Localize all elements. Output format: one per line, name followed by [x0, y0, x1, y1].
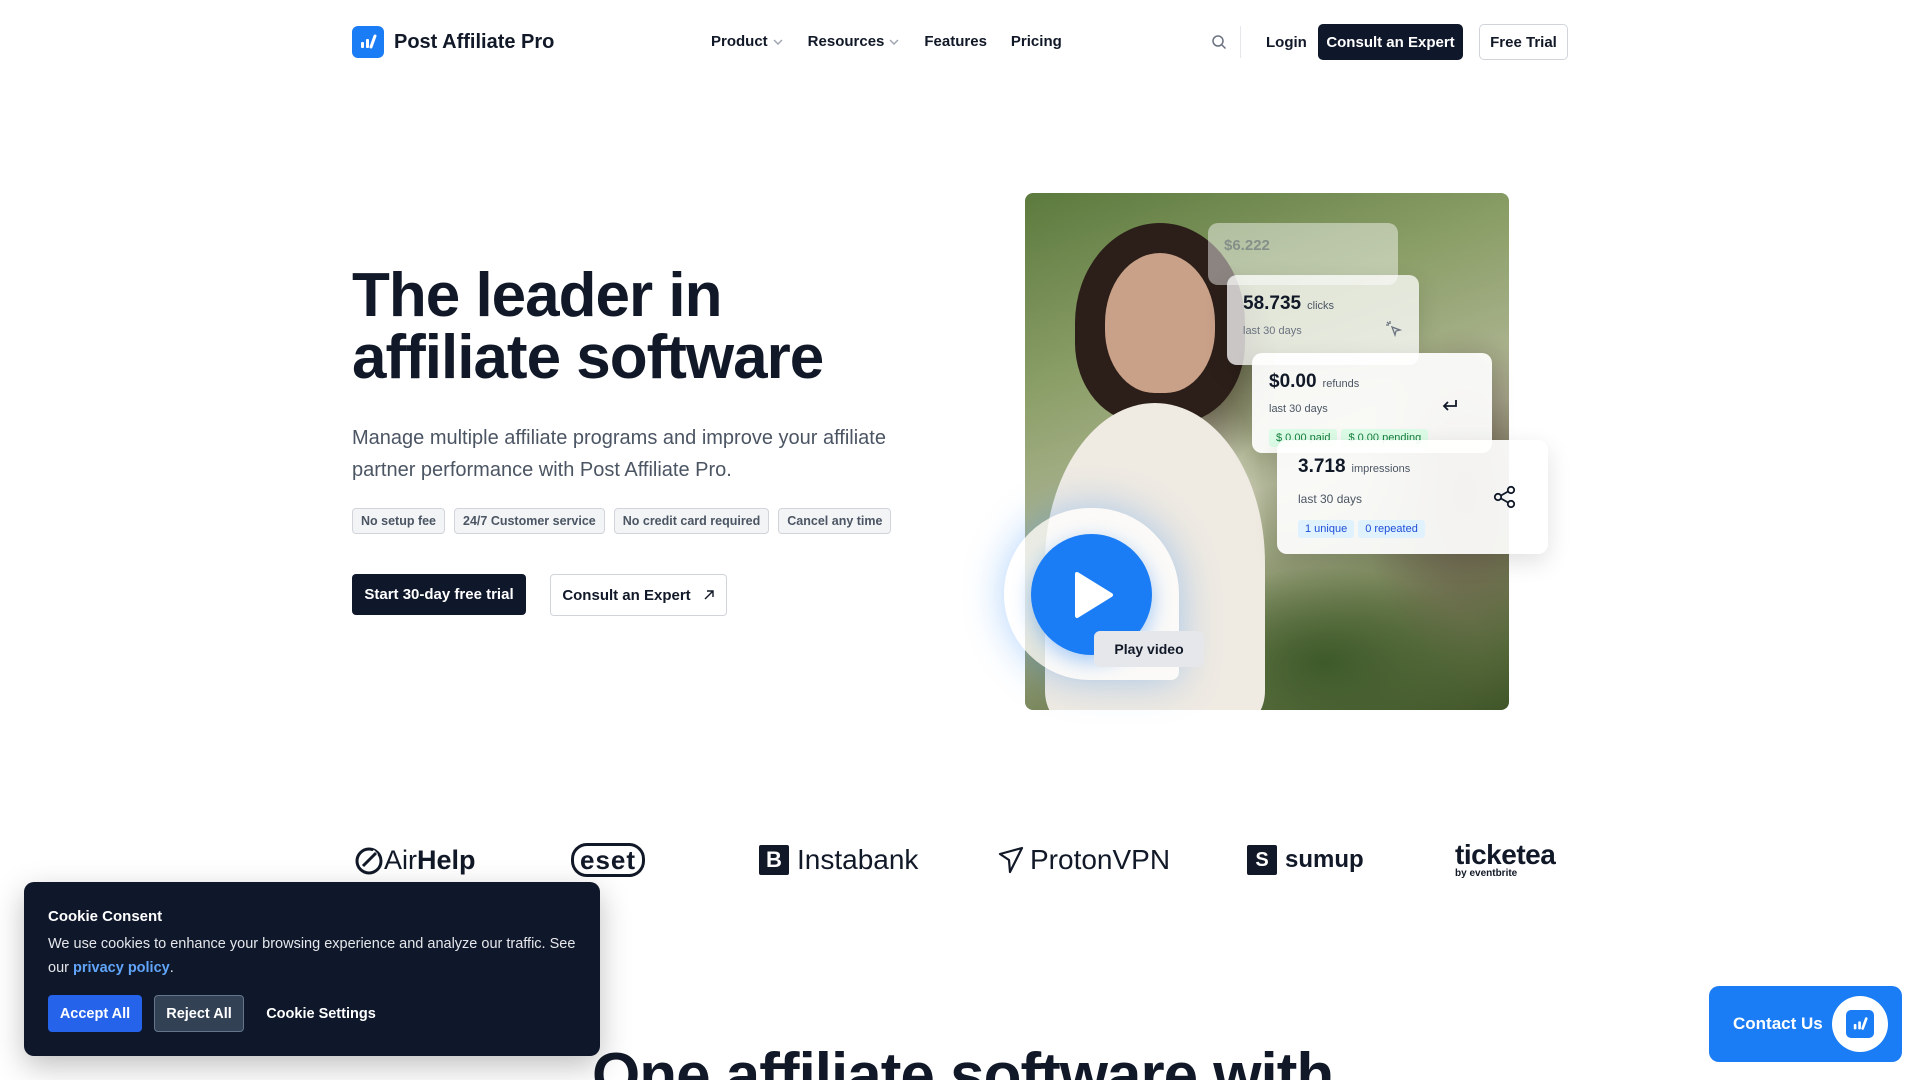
impressions-number: 3.718	[1298, 456, 1346, 477]
clicks-unit: clicks	[1307, 300, 1335, 312]
privacy-policy-link[interactable]: privacy policy	[73, 960, 170, 976]
refunds-unit: refunds	[1322, 378, 1360, 390]
site-logo[interactable]: Post Affiliate Pro	[352, 26, 554, 58]
header-divider	[1240, 26, 1241, 58]
ticketea-text: ticketea	[1455, 839, 1556, 870]
main-nav: Product Resources Features Pricing	[711, 33, 1062, 50]
free-trial-button[interactable]: Free Trial	[1479, 24, 1568, 60]
cookie-text: We use cookies to enhance your browsing …	[48, 932, 578, 980]
consult-expert-button[interactable]: Consult an Expert	[1318, 24, 1463, 60]
impressions-value: 3.718 impressions	[1298, 456, 1410, 478]
impressions-unit: impressions	[1351, 463, 1411, 475]
instabank-text: Instabank	[797, 844, 919, 875]
chip-cancel-any-time: Cancel any time	[778, 508, 892, 534]
airhelp-mark-icon	[355, 847, 383, 875]
customer-logos: Air Help eset B Instabank ProtonVPN S sum…	[352, 838, 1560, 882]
nav-product-label: Product	[711, 33, 768, 50]
sumup-text: sumup	[1285, 846, 1364, 873]
faint-stat-value: $6.222	[1224, 237, 1270, 254]
protonvpn-text: ProtonVPN	[1030, 844, 1171, 875]
nav-pricing-label: Pricing	[1010, 33, 1062, 50]
return-arrow-icon	[1442, 400, 1457, 411]
hero-title-line1: The leader in	[352, 261, 722, 330]
logo-protonvpn: ProtonVPN	[998, 838, 1170, 882]
logo-instabank: B Instabank	[759, 838, 918, 882]
contact-us-label: Contact Us	[1733, 1014, 1823, 1033]
chip-no-setup-fee: No setup fee	[352, 508, 446, 534]
impressions-unique-tag: 1 unique	[1298, 520, 1355, 538]
clicks-value: 58.735 clicks	[1243, 293, 1334, 315]
logo-mark-icon	[1846, 1010, 1874, 1038]
sumup-mark-icon: S	[1247, 845, 1277, 875]
logo-mark-icon	[352, 26, 384, 58]
cursor-click-icon	[1386, 321, 1403, 338]
stat-card-refunds: $0.00 refunds last 30 days $ 0.00 paid $ …	[1252, 353, 1492, 453]
chip-customer-service: 24/7 Customer service	[454, 508, 605, 534]
hero-consult-label: Consult an Expert	[562, 586, 691, 604]
start-trial-button[interactable]: Start 30-day free trial	[352, 574, 526, 615]
stat-card-impressions: 3.718 impressions last 30 days 1 unique 0…	[1277, 440, 1548, 554]
hero-subtitle: Manage multiple affiliate programs and i…	[352, 427, 886, 481]
impressions-repeated-tag: 0 repeated	[1358, 520, 1425, 538]
site-header: Post Affiliate Pro Product Resources Fea…	[0, 0, 1920, 86]
clicks-period: last 30 days	[1243, 325, 1302, 337]
photo-face	[1105, 253, 1215, 393]
hero-title: The leader in affiliate software	[352, 265, 912, 389]
nav-product[interactable]: Product	[711, 33, 784, 50]
ticketea-sub-text: by eventbrite	[1455, 868, 1518, 879]
hero-consult-button[interactable]: Consult an Expert	[550, 574, 727, 616]
stat-card-clicks: 58.735 clicks last 30 days	[1227, 275, 1419, 365]
nav-pricing[interactable]: Pricing	[1011, 33, 1062, 50]
airhelp-text-a: Air	[384, 844, 417, 875]
eset-text: eset	[571, 843, 646, 877]
login-link[interactable]: Login	[1266, 34, 1307, 51]
search-icon[interactable]	[1211, 34, 1227, 50]
logo-eset: eset	[571, 838, 646, 882]
refunds-value: $0.00 refunds	[1269, 371, 1359, 393]
nav-features[interactable]: Features	[924, 33, 987, 50]
nav-features-label: Features	[924, 33, 987, 50]
refunds-number: $0.00	[1269, 371, 1317, 392]
contact-us-button[interactable]: Contact Us	[1709, 986, 1902, 1062]
accept-all-button[interactable]: Accept All	[48, 995, 142, 1032]
impressions-tags: 1 unique 0 repeated	[1298, 520, 1425, 538]
airhelp-text-b: Help	[417, 844, 476, 875]
play-icon	[1074, 571, 1113, 618]
reject-all-button[interactable]: Reject All	[154, 995, 244, 1032]
cookie-title: Cookie Consent	[48, 908, 163, 925]
section-heading: One affiliate software with	[592, 1041, 1334, 1080]
contact-avatar	[1832, 996, 1888, 1052]
logo-airhelp: Air Help	[354, 838, 476, 882]
protonvpn-mark-icon	[998, 846, 1024, 874]
nav-resources[interactable]: Resources	[808, 33, 901, 50]
cookie-period: .	[169, 960, 174, 976]
refunds-period: last 30 days	[1269, 403, 1328, 415]
chip-no-credit-card: No credit card required	[613, 508, 770, 534]
cookie-settings-button[interactable]: Cookie Settings	[256, 995, 386, 1032]
logo-sumup: S sumup	[1247, 838, 1364, 882]
logo-ticketea: ticketea by eventbrite	[1455, 838, 1556, 882]
play-video-label[interactable]: Play video	[1094, 631, 1204, 667]
feature-chips: No setup fee 24/7 Customer service No cr…	[352, 508, 892, 534]
hero-title-line2: affiliate software	[352, 323, 824, 392]
clicks-number: 58.735	[1243, 293, 1302, 314]
cookie-consent-banner: Cookie Consent We use cookies to enhance…	[24, 882, 600, 1056]
logo-text: Post Affiliate Pro	[394, 30, 555, 53]
share-icon	[1493, 485, 1516, 509]
instabank-mark-icon: B	[759, 845, 789, 875]
chevron-down-icon	[889, 39, 899, 45]
arrow-up-right-icon	[704, 590, 714, 600]
impressions-period: last 30 days	[1298, 492, 1363, 506]
nav-resources-label: Resources	[807, 33, 885, 50]
chevron-down-icon	[773, 39, 783, 45]
